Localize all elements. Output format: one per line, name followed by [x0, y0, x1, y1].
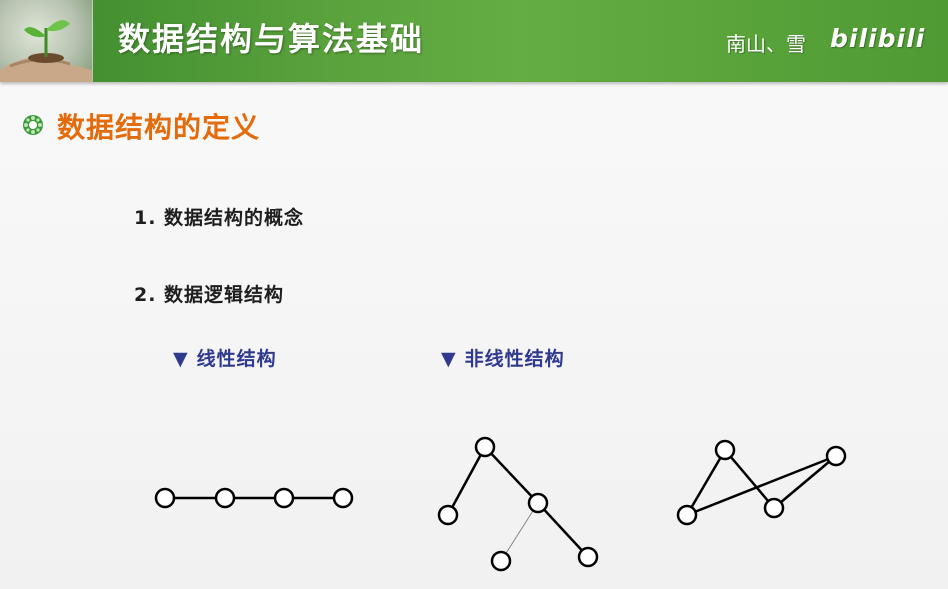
graph-node — [714, 439, 736, 461]
graph-node — [825, 445, 847, 467]
graph-node — [763, 497, 785, 519]
linear-list-diagram — [154, 487, 354, 509]
tree-node — [437, 504, 459, 526]
tree-node — [527, 492, 549, 514]
list-node — [332, 487, 354, 509]
slide: 数据结构与算法基础 南山、雪 bilibili 数据结构的定义 1. 数据结构的… — [0, 0, 948, 589]
tree-node — [490, 550, 512, 572]
list-node — [154, 487, 176, 509]
structure-diagrams — [154, 436, 847, 572]
list-node — [214, 487, 236, 509]
tree-node — [474, 436, 496, 458]
tree-node — [577, 546, 599, 568]
tree-diagram — [437, 436, 599, 572]
graph-diagram — [676, 439, 847, 526]
list-node — [273, 487, 295, 509]
graph-node — [676, 504, 698, 526]
